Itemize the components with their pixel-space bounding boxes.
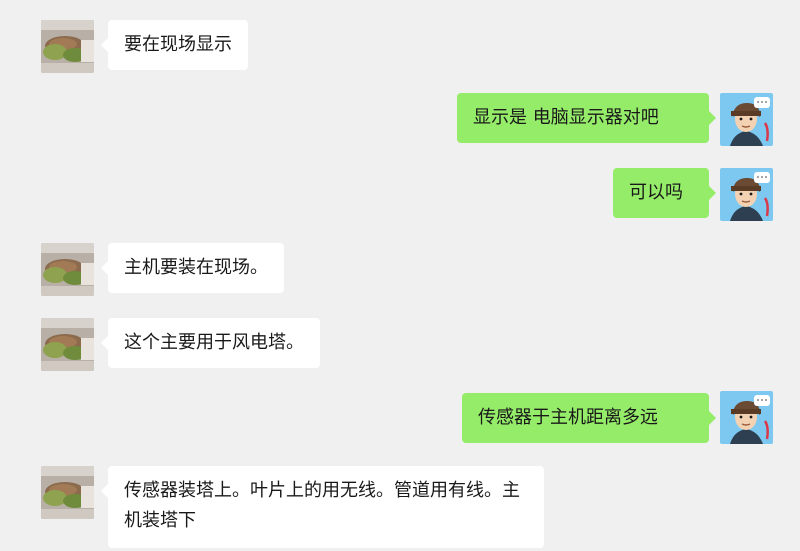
message-bubble[interactable]: 要在现场显示 (101, 20, 248, 70)
message-bubble[interactable]: 显示是 电脑显示器对吧 (457, 93, 716, 143)
cartoon-man-icon (720, 93, 773, 146)
food-photo-icon (41, 20, 94, 73)
cartoon-man-icon (720, 391, 773, 444)
message-bubble[interactable]: 传感器于主机距离多远 (462, 393, 716, 443)
user-avatar[interactable] (720, 168, 773, 221)
food-photo-icon (41, 466, 94, 519)
contact-avatar[interactable] (41, 20, 94, 73)
message-bubble[interactable]: 传感器装塔上。叶片上的用无线。管道用有线。主机装塔下 (101, 466, 544, 548)
user-avatar[interactable] (720, 93, 773, 146)
cartoon-man-icon (720, 168, 773, 221)
contact-avatar[interactable] (41, 318, 94, 371)
food-photo-icon (41, 243, 94, 296)
contact-avatar[interactable] (41, 466, 94, 519)
contact-avatar[interactable] (41, 243, 94, 296)
message-bubble[interactable]: 主机要装在现场。 (101, 243, 284, 293)
chat-window: 要在现场显示 显示是 电脑显示器对吧 可以吗 主机要装在现场。 这个主要用于风电… (0, 0, 800, 551)
message-bubble[interactable]: 可以吗 (613, 168, 716, 218)
food-photo-icon (41, 318, 94, 371)
user-avatar[interactable] (720, 391, 773, 444)
message-bubble[interactable]: 这个主要用于风电塔。 (101, 318, 320, 368)
